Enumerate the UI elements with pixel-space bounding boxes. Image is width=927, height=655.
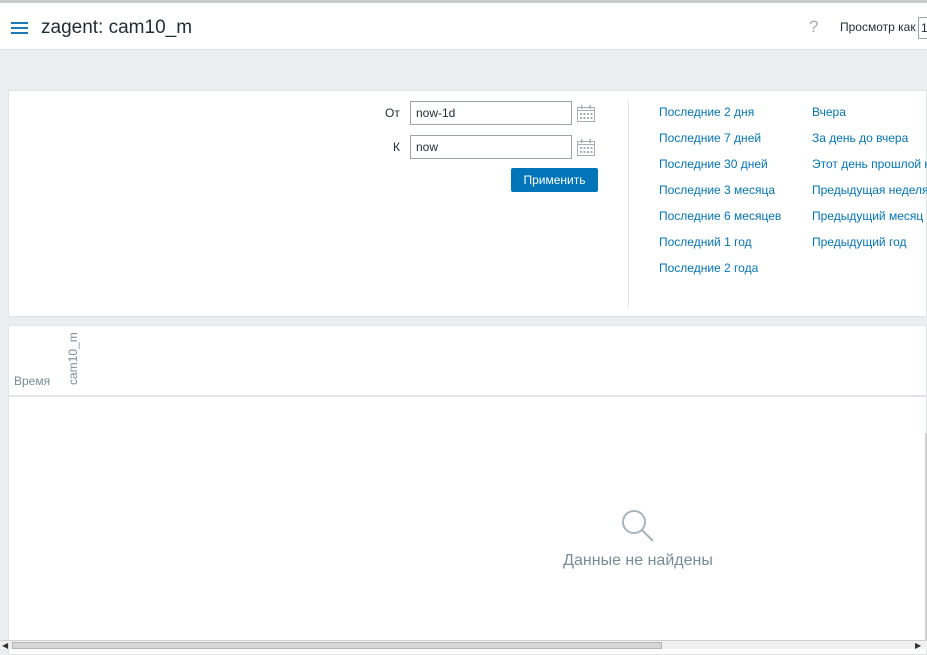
from-calendar-icon[interactable] xyxy=(577,105,595,122)
no-data-message: Данные не найдены xyxy=(563,552,713,569)
quick-ranges-left: Последние 2 дня Последние 7 дней Последн… xyxy=(659,105,781,287)
page-title: zagent: cam10_m xyxy=(41,17,193,38)
quick-range-link[interactable]: Последние 2 дня xyxy=(659,105,754,119)
help-icon[interactable]: ? xyxy=(809,17,818,37)
quick-range-item[interactable]: Последние 6 месяцев xyxy=(659,209,781,235)
history-table-panel: Время cam10_m Данные не найдены xyxy=(8,325,927,655)
quick-range-link[interactable]: Последние 3 месяца xyxy=(659,183,775,197)
quick-range-link[interactable]: Последние 7 дней xyxy=(659,131,761,145)
quick-range-item[interactable]: За день до вчера xyxy=(812,131,927,157)
hamburger-menu-icon[interactable] xyxy=(11,22,28,34)
quick-range-link[interactable]: За день до вчера xyxy=(812,131,908,145)
quick-range-item[interactable]: Этот день прошлой к xyxy=(812,157,927,183)
search-icon xyxy=(622,510,654,542)
from-label: От xyxy=(385,106,400,120)
time-filter-panel: От К Применить Последние 2 дня Последние… xyxy=(8,90,927,317)
quick-range-link[interactable]: Предыдущий месяц xyxy=(812,209,923,223)
quick-range-item[interactable]: Предыдущий год xyxy=(812,235,927,261)
quick-range-item[interactable]: Предыдущая неделя xyxy=(812,183,927,209)
to-calendar-icon[interactable] xyxy=(577,139,595,156)
quick-range-link[interactable]: Этот день прошлой к xyxy=(812,157,927,171)
to-input[interactable] xyxy=(410,135,572,159)
time-column-header[interactable]: Время xyxy=(14,374,50,388)
table-header: Время cam10_m xyxy=(9,326,926,397)
quick-range-item[interactable]: Вчера xyxy=(812,105,927,131)
quick-range-item[interactable]: Последние 7 дней xyxy=(659,131,781,157)
quick-range-link[interactable]: Последние 2 года xyxy=(659,261,758,275)
view-as-label: Просмотр как xyxy=(840,20,916,34)
top-bar: zagent: cam10_m ? Просмотр как 1 xyxy=(0,0,927,50)
quick-range-item[interactable]: Предыдущий месяц xyxy=(812,209,927,235)
item-column-header[interactable]: cam10_m xyxy=(66,332,80,385)
to-label: К xyxy=(393,140,400,154)
filter-divider xyxy=(628,101,629,307)
view-as-select[interactable]: 1 xyxy=(918,17,927,39)
quick-range-link[interactable]: Вчера xyxy=(812,105,846,119)
quick-range-link[interactable]: Предыдущая неделя xyxy=(812,183,927,197)
horizontal-scrollbar[interactable]: ◀ ▶ xyxy=(0,640,927,650)
quick-range-item[interactable]: Последние 3 месяца xyxy=(659,183,781,209)
quick-range-item[interactable]: Последние 30 дней xyxy=(659,157,781,183)
quick-range-link[interactable]: Предыдущий год xyxy=(812,235,906,249)
scrollbar-thumb[interactable] xyxy=(12,642,662,649)
quick-range-link[interactable]: Последний 1 год xyxy=(659,235,752,249)
quick-range-item[interactable]: Последний 1 год xyxy=(659,235,781,261)
quick-range-link[interactable]: Последние 30 дней xyxy=(659,157,768,171)
quick-range-link[interactable]: Последние 6 месяцев xyxy=(659,209,781,223)
apply-button[interactable]: Применить xyxy=(511,168,598,192)
quick-ranges-right: Вчера За день до вчера Этот день прошлой… xyxy=(812,105,927,261)
quick-range-item[interactable]: Последние 2 дня xyxy=(659,105,781,131)
quick-range-item[interactable]: Последние 2 года xyxy=(659,261,781,287)
from-input[interactable] xyxy=(410,101,572,125)
